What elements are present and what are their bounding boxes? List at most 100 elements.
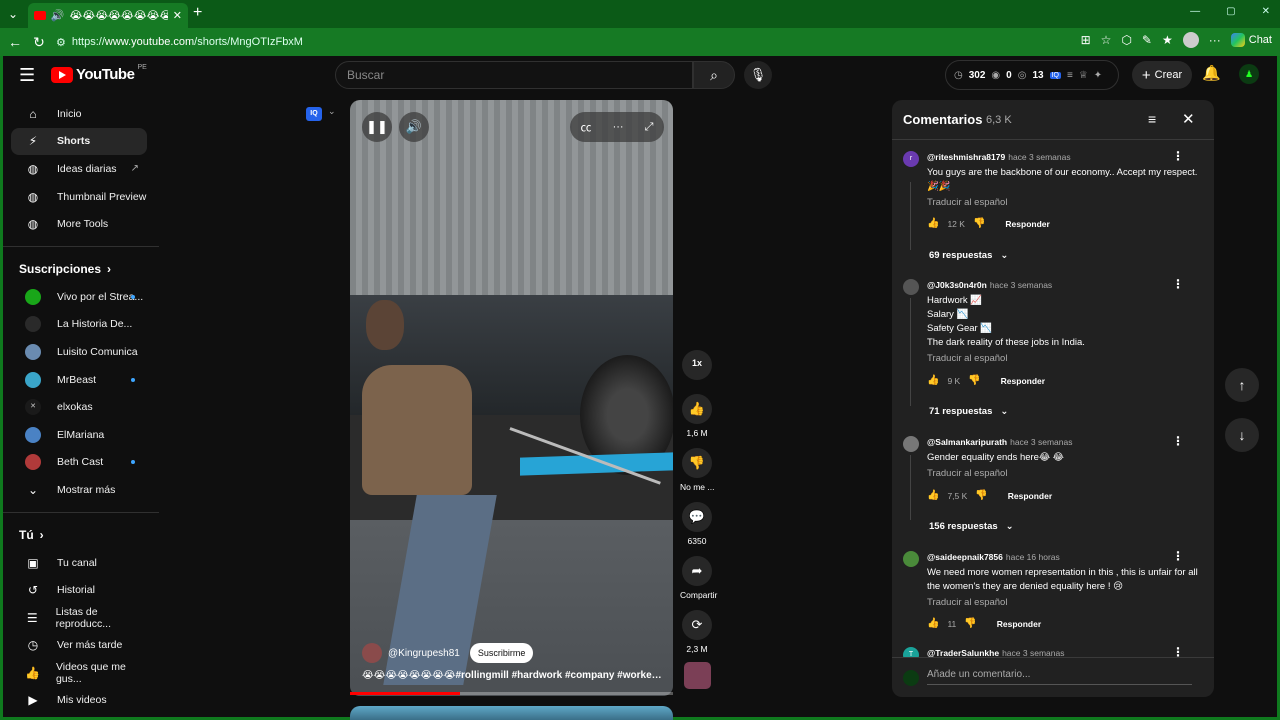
sidebar-sub-item[interactable]: ElMariana [11,421,147,449]
browser-tab[interactable]: 🔊 😭😭😭😭😭😭😭😭#rolli ✕ [28,3,188,28]
more-options-icon[interactable]: ⋮ [1172,149,1184,163]
close-icon[interactable]: ✕ [1182,110,1195,128]
close-tab-icon[interactable]: ✕ [173,9,182,22]
fullscreen-icon[interactable]: ⤢ [645,121,654,134]
thumbs-down-icon[interactable]: 👎 [964,618,976,629]
thumbs-down-icon[interactable]: 👎 [968,375,980,386]
more-options-icon[interactable]: ⋮ [1172,645,1184,657]
favorites-icon[interactable]: ★ [1162,33,1173,47]
video-progress-bar[interactable] [350,692,673,695]
sidebar-item-my-videos[interactable]: ▶ Mis videos [11,687,147,715]
apps-icon[interactable]: ⊞ [1081,33,1091,47]
share-button[interactable]: ➦ Compartir [680,556,717,600]
reload-icon[interactable]: ↻ [30,34,48,51]
more-options-icon[interactable]: ··· [613,121,624,133]
address-bar[interactable]: ⚙ https://www.youtube.com/shorts/MngOTIz… [56,31,1066,53]
commenter-name[interactable]: @J0k3s0n4r0n [927,280,987,290]
thumbs-up-icon[interactable]: 👍 [927,375,939,386]
comment-time[interactable]: hace 3 semanas [990,280,1052,290]
tab-list-icon[interactable]: ⌄ [4,5,22,23]
thumbs-up-icon[interactable]: 👍 [927,618,939,629]
comment-time[interactable]: hace 16 horas [1006,552,1060,562]
extensions-icon[interactable]: ✎ [1142,33,1152,47]
commenter-name[interactable]: @Salmankaripurath [927,437,1007,447]
search-input[interactable]: Buscar [335,61,693,89]
view-replies-button[interactable]: 71 respuestas ⌄ [929,406,1008,417]
thumbs-up-icon[interactable]: 👍 [927,218,939,229]
copilot-chat-button[interactable]: Chat [1230,33,1272,47]
sidebar-item-playlists[interactable]: ☰ Listas de reproducc... [11,604,147,632]
view-replies-button[interactable]: 156 respuestas ⌄ [929,521,1014,532]
chevron-down-icon[interactable]: ⌄ [328,106,336,117]
remix-button[interactable]: ⟳ 2,3 M [680,610,714,654]
previous-short-button[interactable]: ↑ [1225,368,1259,402]
sidebar-item-shorts[interactable]: ⚡ Shorts [11,127,147,156]
commenter-avatar[interactable] [903,551,919,567]
reply-button[interactable]: Responder [1005,219,1049,229]
translate-link[interactable]: Traducir al español [927,196,1202,210]
speaker-icon[interactable]: 🔊 [51,9,65,22]
create-button[interactable]: + Crear [1132,61,1192,89]
commenter-avatar[interactable] [903,436,919,452]
site-info-icon[interactable]: ⚙ [56,36,66,49]
comment-time[interactable]: hace 3 semanas [1002,648,1064,657]
sidebar-sub-item[interactable]: La Historia De... [11,311,147,339]
user-avatar[interactable]: ♟ [1239,64,1259,84]
next-short-button[interactable]: ↓ [1225,418,1259,452]
extension-icon[interactable]: ⬡ [1121,33,1131,47]
short-caption[interactable]: 😭😭😭😭😭😭😭😭#rollingmill #hardwork #company … [362,670,662,681]
sidebar-item-thumbnail-preview[interactable]: ◍ Thumbnail Preview [11,183,147,211]
thumbs-up-icon[interactable]: 👍 [927,490,939,501]
vidiq-badge-icon[interactable]: IQ [306,107,322,121]
new-tab-button[interactable]: + [193,4,202,22]
reply-button[interactable]: Responder [997,619,1041,629]
thumbs-down-icon[interactable]: 👎 [973,218,985,229]
commenter-avatar[interactable] [903,279,919,295]
volume-button[interactable]: 🔊 [399,112,429,142]
voice-search-button[interactable]: 🎙 [744,61,772,89]
captions-icon[interactable]: ㏄ [581,119,592,135]
shorts-video[interactable] [350,100,673,696]
like-button[interactable]: 👍 1,6 M [680,394,714,438]
playback-speed-button[interactable]: 1x [680,350,714,380]
sound-thumbnail[interactable] [680,662,714,689]
youtube-logo[interactable]: YouTube PE [51,64,147,83]
more-options-icon[interactable]: ⋮ [1172,549,1184,563]
sidebar-sub-item[interactable]: MrBeast [11,366,147,394]
reply-button[interactable]: Responder [1001,376,1045,386]
menu-icon[interactable]: ☰ [19,65,35,86]
dislike-button[interactable]: 👎 No me ... [680,448,714,492]
comment-time[interactable]: hace 3 semanas [1008,152,1070,162]
sidebar-item-tu-canal[interactable]: ▣ Tu canal [11,549,147,577]
sidebar-sub-item[interactable]: ✕ elxokas [11,393,147,421]
notifications-bell-icon[interactable]: 🔔 [1202,64,1221,82]
commenter-name[interactable]: @saideepnaik7856 [927,552,1003,562]
more-options-icon[interactable]: ⋮ [1172,434,1184,448]
subscribe-button[interactable]: Suscribirme [469,643,534,663]
sidebar-sub-item[interactable]: Beth Cast [11,449,147,477]
sidebar-item-ideas-diarias[interactable]: ◍ Ideas diarias ↗ [11,155,147,183]
pause-button[interactable]: ❚❚ [362,112,392,142]
add-comment-input[interactable]: Añade un comentario... [927,669,1192,685]
view-replies-button[interactable]: 69 respuestas ⌄ [929,250,1008,261]
sort-icon[interactable]: ≡ [1148,111,1156,127]
search-button[interactable]: ⌕ [693,61,735,89]
thumbs-down-icon[interactable]: 👎 [975,490,987,501]
channel-avatar[interactable] [362,643,382,663]
comments-button[interactable]: 💬 6350 [680,502,714,546]
maximize-button[interactable]: ▢ [1226,6,1235,17]
sidebar-item-inicio[interactable]: ⌂ Inicio [11,100,147,128]
more-options-icon[interactable]: ··· [1209,33,1221,47]
subscriptions-heading[interactable]: Suscripciones › [3,255,159,283]
profile-avatar[interactable] [1182,32,1199,48]
sidebar-sub-item[interactable]: Vivo por el Strea... [11,283,147,311]
sidebar-item-historial[interactable]: ↺ Historial [11,576,147,604]
show-more-button[interactable]: ⌄ Mostrar más [11,476,147,504]
sidebar-item-liked-videos[interactable]: 👍 Videos que me gus... [11,659,147,687]
next-short-preview[interactable] [350,706,673,720]
commenter-name[interactable]: @TraderSalunkhe [927,648,999,657]
minimize-button[interactable]: — [1190,6,1200,17]
translate-link[interactable]: Traducir al español [927,467,1202,481]
channel-name[interactable]: @Kingrupesh81 [388,648,460,659]
back-icon[interactable]: ← [6,34,24,50]
